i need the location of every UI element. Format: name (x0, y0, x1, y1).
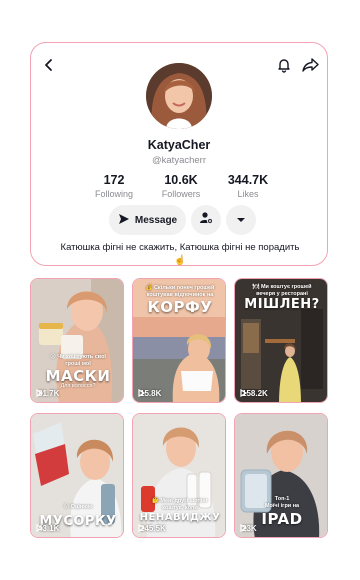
video-small-caption: 🍽 Ми коштує грошей вечеря у ресторані (252, 284, 312, 297)
view-count: 43.1K (36, 524, 59, 533)
profile-bio: Катюшка фігні не скажить, Катюшка фігні … (60, 242, 300, 266)
video-tile[interactable]: 😮 Чи коштують свої гроші мої МАСКИ Для в… (30, 278, 124, 403)
video-tile[interactable]: 💰 Скільки понеч грошей коштував відпочин… (132, 278, 226, 403)
message-button-label: Message (134, 214, 178, 226)
stat-label: Following (94, 189, 134, 199)
video-small-caption: 🤔 Мені другі шопінг коштує, коли (152, 498, 208, 511)
send-icon (118, 213, 130, 228)
stat-label: Likes (237, 189, 259, 199)
video-tile[interactable]: 🍽 Ми коштує грошей вечеря у ресторані МІ… (234, 278, 328, 403)
more-options-button[interactable] (226, 205, 256, 235)
bell-icon[interactable] (274, 55, 294, 75)
view-count: 23K (240, 524, 257, 533)
stat-value: 172 (103, 173, 125, 187)
stat-label: Followers (161, 189, 201, 199)
profile-actions: Message (109, 205, 256, 235)
user-handle: @katyacherr (152, 155, 206, 166)
video-small-caption: 💰 Скільки понеч грошей коштував відпочин… (145, 285, 215, 298)
video-tile[interactable]: 😮 Оцінюю МУСОРКУ 43.1K (30, 413, 124, 538)
video-small-caption: 😮 Оцінюю (63, 504, 93, 510)
message-button[interactable]: Message (109, 205, 186, 235)
view-count: 81.7K (36, 389, 59, 398)
stat-followers[interactable]: 10.6K Followers (148, 173, 214, 203)
video-title: КОРФУ (147, 298, 213, 316)
video-small-caption: 😮 Чи коштують свої гроші мої (50, 354, 106, 367)
video-tile[interactable]: 🤔 Мені другі шопінг коштує, коли НЕНАВИД… (132, 413, 226, 538)
video-tile[interactable]: Топ-1 Моїчі ігри на IPAD 23K (234, 413, 328, 538)
video-title: НЕНАВИДЖУ (139, 512, 221, 523)
add-user-icon (199, 211, 214, 230)
view-count: 15.8K (138, 389, 161, 398)
stat-following[interactable]: 172 Following (81, 173, 147, 203)
video-small-caption: Топ-1 Моїчі ігри на (264, 496, 300, 509)
add-user-button[interactable] (191, 205, 221, 235)
share-arrow-icon[interactable] (300, 55, 320, 75)
back-arrow-icon[interactable] (39, 55, 59, 75)
avatar[interactable] (146, 63, 212, 129)
username: KatyaCher (147, 138, 211, 152)
view-count: 158.2K (240, 389, 268, 398)
caret-down-icon (236, 211, 246, 229)
stat-value: 10.6K (164, 173, 198, 187)
video-title: МІШЛЕН? (244, 297, 320, 312)
profile-stats: 172 Following 10.6K Followers 344.7K Lik… (81, 173, 281, 203)
profile-card: KatyaCher @katyacherr 172 Following 10.6… (30, 42, 328, 266)
stat-likes[interactable]: 344.7K Likes (215, 173, 281, 203)
view-count: 245.5K (138, 524, 166, 533)
stat-value: 344.7K (227, 173, 269, 187)
